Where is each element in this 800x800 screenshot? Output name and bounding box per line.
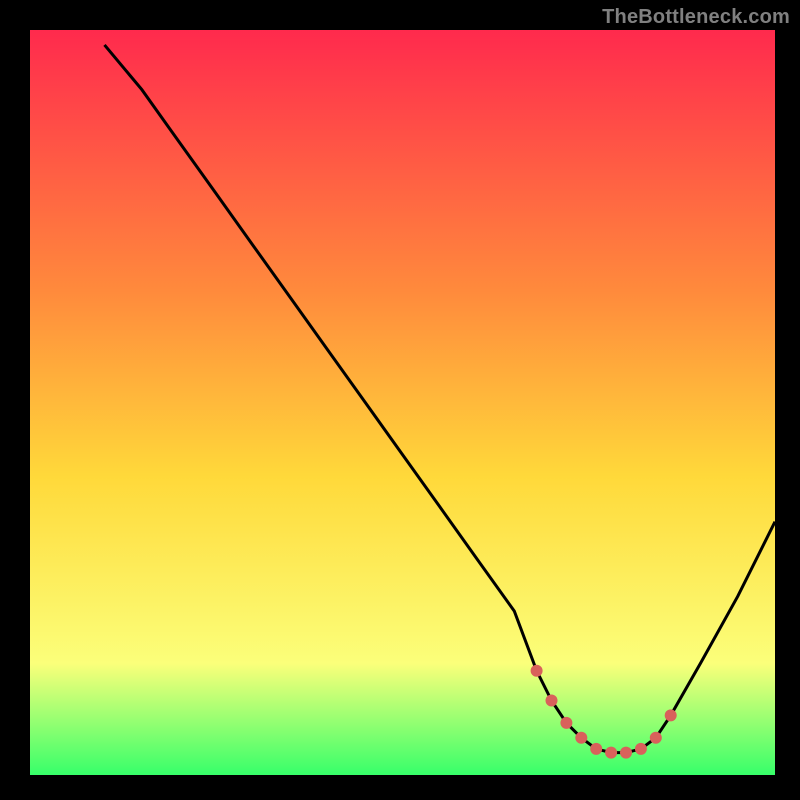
chart-container: TheBottleneck.com: [0, 0, 800, 800]
bottleneck-curve-chart: [0, 0, 800, 800]
curve-marker: [635, 743, 647, 755]
curve-marker: [665, 709, 677, 721]
curve-marker: [590, 743, 602, 755]
curve-marker: [620, 747, 632, 759]
curve-marker: [575, 732, 587, 744]
watermark-text: TheBottleneck.com: [602, 6, 790, 29]
plot-background: [30, 30, 775, 775]
curve-marker: [531, 665, 543, 677]
curve-marker: [605, 747, 617, 759]
curve-marker: [650, 732, 662, 744]
curve-marker: [560, 717, 572, 729]
curve-marker: [546, 695, 558, 707]
